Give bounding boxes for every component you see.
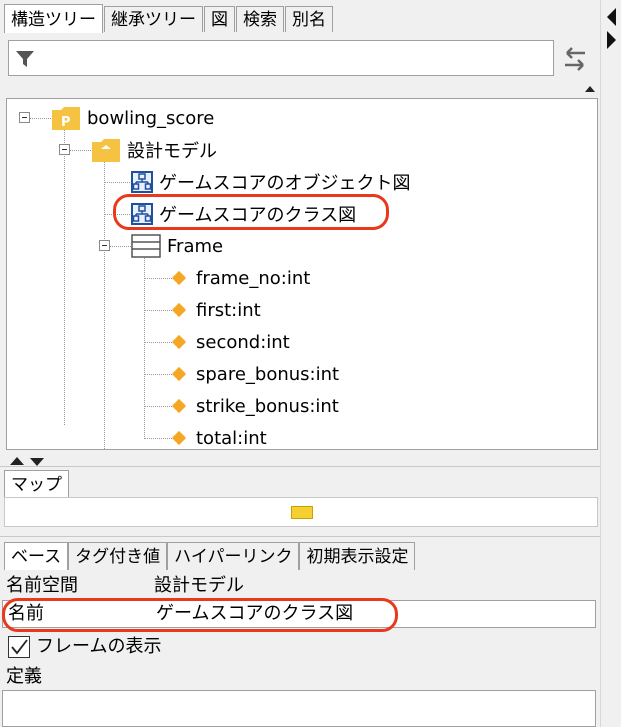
expand-right-icon[interactable] <box>607 31 616 49</box>
project-folder-icon: P <box>52 107 80 130</box>
check-icon <box>11 639 28 655</box>
tree-label-attribute: frame_no:int <box>196 267 311 289</box>
tree-line <box>144 253 145 439</box>
property-panel: 名前空間 設計モデル 名前 ゲームスコアのクラス図 フレームの表示 定義 <box>0 570 600 727</box>
tree-node-attribute[interactable]: first:int <box>171 296 261 324</box>
tab-diagram[interactable]: 図 <box>204 6 235 32</box>
tab-initial-display[interactable]: 初期表示設定 <box>299 542 416 570</box>
class-icon <box>131 234 161 258</box>
tab-tagged-values[interactable]: タグ付き値 <box>68 542 168 570</box>
tab-structure-tree[interactable]: 構造ツリー <box>4 4 103 33</box>
tree-node-attribute[interactable]: total:int <box>171 424 267 449</box>
splitter-line[interactable] <box>0 536 600 537</box>
tree-label-attribute: spare_bonus:int <box>196 363 340 385</box>
attribute-icon <box>171 366 187 382</box>
tree-label-attribute: second:int <box>196 331 290 353</box>
sync-arrows-icon[interactable] <box>561 44 589 74</box>
tree-node-class[interactable]: Frame <box>131 232 223 260</box>
attribute-icon <box>171 334 187 350</box>
package-folder-icon <box>92 139 120 162</box>
tree-label-attribute: strike_bonus:int <box>196 395 339 417</box>
tree-line <box>144 374 174 375</box>
collapse-left-icon[interactable] <box>607 8 616 26</box>
map-viewport-rect[interactable] <box>291 506 313 519</box>
collapse-class-toggle[interactable] <box>99 240 110 251</box>
tab-inheritance-tree[interactable]: 継承ツリー <box>104 6 203 32</box>
attribute-icon <box>171 270 187 286</box>
show-frame-checkbox[interactable] <box>8 636 30 658</box>
splitter-down-arrow[interactable] <box>30 458 44 466</box>
show-frame-label[interactable]: フレームの表示 <box>36 634 161 660</box>
tree-line <box>144 438 174 439</box>
namespace-value: 設計モデル <box>154 575 244 596</box>
splitter-line[interactable] <box>0 466 600 467</box>
tree-label-class: Frame <box>167 235 224 257</box>
map-panel <box>4 497 598 527</box>
scroll-up-arrow[interactable] <box>585 86 595 92</box>
tree-node-project[interactable]: P bowling_score <box>51 104 214 132</box>
tree-line <box>104 155 105 449</box>
tree-node-attribute[interactable]: frame_no:int <box>171 264 310 292</box>
definition-textarea[interactable] <box>2 690 596 727</box>
filter-icon[interactable] <box>15 49 35 69</box>
tree-label-model: 設計モデル <box>127 141 217 162</box>
tree-node-attribute[interactable]: strike_bonus:int <box>171 392 339 420</box>
structure-tree: P bowling_score 設計モデル ゲームスコアのオブジェクト図 ゲーム… <box>6 98 598 450</box>
tree-label-project: bowling_score <box>87 107 215 129</box>
tree-label-attribute: total:int <box>196 427 267 449</box>
attribute-icon <box>171 430 187 446</box>
diagram-icon <box>131 171 153 193</box>
tree-line <box>144 310 174 311</box>
tree-line <box>144 342 174 343</box>
tree-node-attribute[interactable]: spare_bonus:int <box>171 360 339 388</box>
tree-node-attribute[interactable]: second:int <box>171 328 290 356</box>
svg-text:P: P <box>61 115 71 130</box>
definition-label: 定義 <box>6 666 42 687</box>
top-tab-bar: 構造ツリー 継承ツリー 図 検索 別名 <box>4 4 334 34</box>
property-tab-bar: ベース タグ付き値 ハイパーリンク 初期表示設定 <box>4 542 416 570</box>
side-collapse-strip <box>600 0 621 727</box>
tree-line <box>144 278 174 279</box>
tab-base[interactable]: ベース <box>4 542 69 570</box>
attribute-icon <box>171 398 187 414</box>
namespace-label: 名前空間 <box>6 575 78 596</box>
tree-line <box>64 125 65 425</box>
tab-search[interactable]: 検索 <box>236 6 284 32</box>
highlight-oval-name <box>2 598 398 632</box>
tree-label-object-diagram: ゲームスコアのオブジェクト図 <box>159 173 411 194</box>
tree-node-object-diagram[interactable]: ゲームスコアのオブジェクト図 <box>131 168 410 196</box>
tree-line <box>144 406 174 407</box>
attribute-icon <box>171 302 187 318</box>
tab-alias[interactable]: 別名 <box>285 6 333 32</box>
tab-hyperlink[interactable]: ハイパーリンク <box>167 542 300 570</box>
filter-input[interactable] <box>8 40 554 76</box>
highlight-oval-tree <box>113 194 389 230</box>
collapse-model-toggle[interactable] <box>59 144 70 155</box>
tree-line <box>109 246 131 247</box>
tree-node-model[interactable]: 設計モデル <box>91 136 217 164</box>
tab-map[interactable]: マップ <box>4 470 69 498</box>
tree-line <box>104 182 132 183</box>
collapse-project-toggle[interactable] <box>19 112 30 123</box>
tree-label-attribute: first:int <box>196 299 261 321</box>
splitter-up-arrow[interactable] <box>10 457 24 465</box>
